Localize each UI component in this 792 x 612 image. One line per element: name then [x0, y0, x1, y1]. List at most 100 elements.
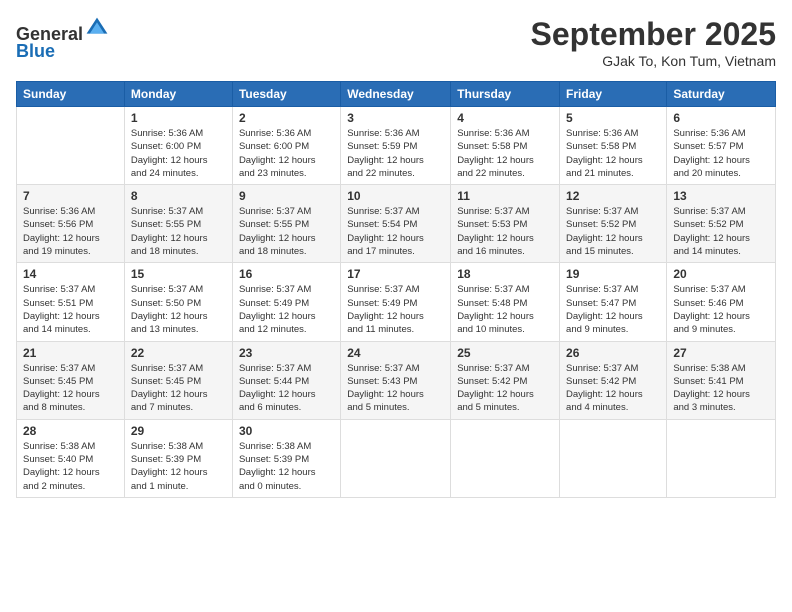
calendar: SundayMondayTuesdayWednesdayThursdayFrid…	[16, 81, 776, 498]
calendar-cell	[560, 419, 667, 497]
day-info: Sunrise: 5:38 AM Sunset: 5:39 PM Dayligh…	[131, 440, 226, 493]
day-info: Sunrise: 5:37 AM Sunset: 5:53 PM Dayligh…	[457, 205, 553, 258]
day-number: 17	[347, 267, 444, 281]
calendar-cell: 7 Sunrise: 5:36 AM Sunset: 5:56 PM Daylig…	[17, 185, 125, 263]
calendar-cell: 20 Sunrise: 5:37 AM Sunset: 5:46 PM Dayli…	[667, 263, 776, 341]
day-number: 22	[131, 346, 226, 360]
calendar-cell: 4Sunrise: 5:36 AM Sunset: 5:58 PM Daylig…	[451, 107, 560, 185]
day-number: 27	[673, 346, 769, 360]
weekday-header-tuesday: Tuesday	[232, 82, 340, 107]
calendar-cell: 15 Sunrise: 5:37 AM Sunset: 5:50 PM Dayli…	[124, 263, 232, 341]
day-info: Sunrise: 5:36 AM Sunset: 5:57 PM Dayligh…	[673, 127, 769, 180]
day-number: 16	[239, 267, 334, 281]
day-number: 20	[673, 267, 769, 281]
day-number: 4	[457, 111, 553, 125]
day-info: Sunrise: 5:37 AM Sunset: 5:50 PM Dayligh…	[131, 283, 226, 336]
calendar-cell	[17, 107, 125, 185]
day-info: Sunrise: 5:37 AM Sunset: 5:54 PM Dayligh…	[347, 205, 444, 258]
day-number: 3	[347, 111, 444, 125]
calendar-cell: 30 Sunrise: 5:38 AM Sunset: 5:39 PM Dayli…	[232, 419, 340, 497]
day-number: 19	[566, 267, 660, 281]
day-info: Sunrise: 5:37 AM Sunset: 5:52 PM Dayligh…	[566, 205, 660, 258]
calendar-cell	[667, 419, 776, 497]
day-info: Sunrise: 5:36 AM Sunset: 6:00 PM Dayligh…	[239, 127, 334, 180]
calendar-cell: 19 Sunrise: 5:37 AM Sunset: 5:47 PM Dayli…	[560, 263, 667, 341]
calendar-cell	[451, 419, 560, 497]
day-info: Sunrise: 5:37 AM Sunset: 5:51 PM Dayligh…	[23, 283, 118, 336]
day-info: Sunrise: 5:38 AM Sunset: 5:41 PM Dayligh…	[673, 362, 769, 415]
calendar-cell: 29 Sunrise: 5:38 AM Sunset: 5:39 PM Dayli…	[124, 419, 232, 497]
day-number: 21	[23, 346, 118, 360]
day-info: Sunrise: 5:36 AM Sunset: 5:58 PM Dayligh…	[566, 127, 660, 180]
calendar-cell: 24 Sunrise: 5:37 AM Sunset: 5:43 PM Dayli…	[341, 341, 451, 419]
day-number: 30	[239, 424, 334, 438]
day-number: 18	[457, 267, 553, 281]
calendar-week-row: 21 Sunrise: 5:37 AM Sunset: 5:45 PM Dayli…	[17, 341, 776, 419]
page-header: General Blue September 2025 GJak To, Kon…	[16, 16, 776, 69]
day-info: Sunrise: 5:36 AM Sunset: 5:59 PM Dayligh…	[347, 127, 444, 180]
day-number: 2	[239, 111, 334, 125]
calendar-week-row: 1 Sunrise: 5:36 AM Sunset: 6:00 PM Daylig…	[17, 107, 776, 185]
day-number: 24	[347, 346, 444, 360]
day-number: 9	[239, 189, 334, 203]
weekday-header-friday: Friday	[560, 82, 667, 107]
logo: General Blue	[16, 16, 109, 62]
calendar-cell: 10 Sunrise: 5:37 AM Sunset: 5:54 PM Dayli…	[341, 185, 451, 263]
calendar-cell: 11 Sunrise: 5:37 AM Sunset: 5:53 PM Dayli…	[451, 185, 560, 263]
day-info: Sunrise: 5:38 AM Sunset: 5:39 PM Dayligh…	[239, 440, 334, 493]
day-number: 28	[23, 424, 118, 438]
location: GJak To, Kon Tum, Vietnam	[531, 53, 776, 69]
day-info: Sunrise: 5:37 AM Sunset: 5:44 PM Dayligh…	[239, 362, 334, 415]
calendar-cell: 14 Sunrise: 5:37 AM Sunset: 5:51 PM Dayli…	[17, 263, 125, 341]
weekday-header-thursday: Thursday	[451, 82, 560, 107]
day-info: Sunrise: 5:37 AM Sunset: 5:45 PM Dayligh…	[131, 362, 226, 415]
calendar-cell: 2 Sunrise: 5:36 AM Sunset: 6:00 PM Daylig…	[232, 107, 340, 185]
calendar-cell: 25Sunrise: 5:37 AM Sunset: 5:42 PM Dayli…	[451, 341, 560, 419]
day-number: 29	[131, 424, 226, 438]
day-info: Sunrise: 5:37 AM Sunset: 5:43 PM Dayligh…	[347, 362, 444, 415]
calendar-cell: 21Sunrise: 5:37 AM Sunset: 5:45 PM Dayli…	[17, 341, 125, 419]
day-info: Sunrise: 5:37 AM Sunset: 5:52 PM Dayligh…	[673, 205, 769, 258]
calendar-cell: 17 Sunrise: 5:37 AM Sunset: 5:49 PM Dayli…	[341, 263, 451, 341]
day-number: 1	[131, 111, 226, 125]
calendar-week-row: 14 Sunrise: 5:37 AM Sunset: 5:51 PM Dayli…	[17, 263, 776, 341]
day-info: Sunrise: 5:36 AM Sunset: 5:56 PM Dayligh…	[23, 205, 118, 258]
title-block: September 2025 GJak To, Kon Tum, Vietnam	[531, 16, 776, 69]
day-info: Sunrise: 5:37 AM Sunset: 5:49 PM Dayligh…	[347, 283, 444, 336]
calendar-cell: 27 Sunrise: 5:38 AM Sunset: 5:41 PM Dayli…	[667, 341, 776, 419]
day-info: Sunrise: 5:37 AM Sunset: 5:55 PM Dayligh…	[239, 205, 334, 258]
calendar-cell: 9 Sunrise: 5:37 AM Sunset: 5:55 PM Daylig…	[232, 185, 340, 263]
day-info: Sunrise: 5:37 AM Sunset: 5:47 PM Dayligh…	[566, 283, 660, 336]
calendar-cell: 5 Sunrise: 5:36 AM Sunset: 5:58 PM Daylig…	[560, 107, 667, 185]
calendar-week-row: 28Sunrise: 5:38 AM Sunset: 5:40 PM Dayli…	[17, 419, 776, 497]
day-number: 26	[566, 346, 660, 360]
day-number: 13	[673, 189, 769, 203]
calendar-week-row: 7 Sunrise: 5:36 AM Sunset: 5:56 PM Daylig…	[17, 185, 776, 263]
day-number: 10	[347, 189, 444, 203]
calendar-cell: 13 Sunrise: 5:37 AM Sunset: 5:52 PM Dayli…	[667, 185, 776, 263]
calendar-cell: 8Sunrise: 5:37 AM Sunset: 5:55 PM Daylig…	[124, 185, 232, 263]
calendar-cell: 12 Sunrise: 5:37 AM Sunset: 5:52 PM Dayli…	[560, 185, 667, 263]
calendar-cell: 28Sunrise: 5:38 AM Sunset: 5:40 PM Dayli…	[17, 419, 125, 497]
day-number: 11	[457, 189, 553, 203]
logo-icon	[85, 16, 109, 40]
month-title: September 2025	[531, 16, 776, 53]
calendar-cell: 23Sunrise: 5:37 AM Sunset: 5:44 PM Dayli…	[232, 341, 340, 419]
weekday-header-sunday: Sunday	[17, 82, 125, 107]
calendar-cell: 18Sunrise: 5:37 AM Sunset: 5:48 PM Dayli…	[451, 263, 560, 341]
calendar-cell: 6Sunrise: 5:36 AM Sunset: 5:57 PM Daylig…	[667, 107, 776, 185]
day-number: 12	[566, 189, 660, 203]
day-number: 5	[566, 111, 660, 125]
day-info: Sunrise: 5:36 AM Sunset: 6:00 PM Dayligh…	[131, 127, 226, 180]
day-number: 14	[23, 267, 118, 281]
weekday-header-monday: Monday	[124, 82, 232, 107]
calendar-cell: 1 Sunrise: 5:36 AM Sunset: 6:00 PM Daylig…	[124, 107, 232, 185]
calendar-header-row: SundayMondayTuesdayWednesdayThursdayFrid…	[17, 82, 776, 107]
day-info: Sunrise: 5:37 AM Sunset: 5:42 PM Dayligh…	[457, 362, 553, 415]
day-number: 15	[131, 267, 226, 281]
day-number: 7	[23, 189, 118, 203]
weekday-header-wednesday: Wednesday	[341, 82, 451, 107]
day-info: Sunrise: 5:37 AM Sunset: 5:55 PM Dayligh…	[131, 205, 226, 258]
calendar-cell: 3 Sunrise: 5:36 AM Sunset: 5:59 PM Daylig…	[341, 107, 451, 185]
day-info: Sunrise: 5:37 AM Sunset: 5:46 PM Dayligh…	[673, 283, 769, 336]
